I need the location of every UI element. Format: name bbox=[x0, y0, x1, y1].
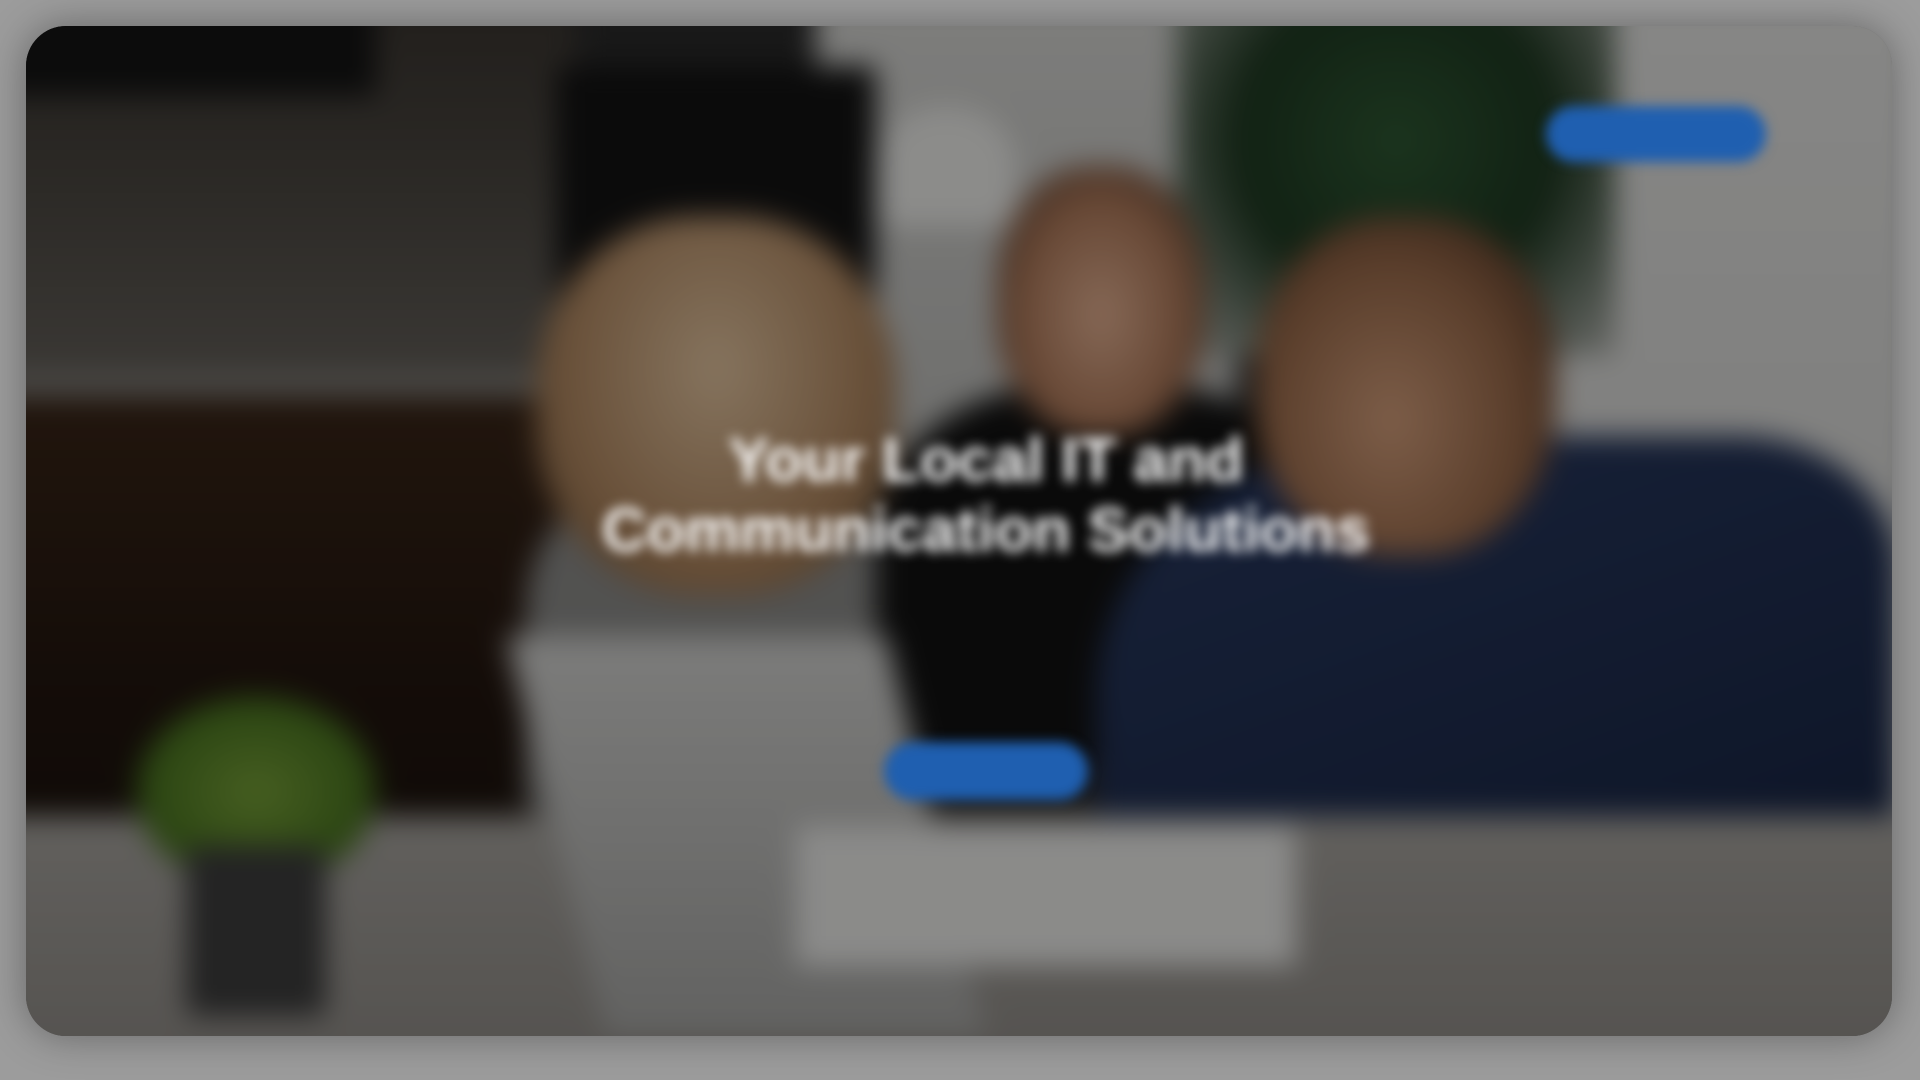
hero-section: Your Local IT and Communication Solution… bbox=[26, 26, 1892, 1036]
page: Your Local IT and Communication Solution… bbox=[0, 0, 1920, 1080]
hero-headline: Your Local IT and Communication Solution… bbox=[486, 426, 1486, 566]
hero-headline-line-1: Your Local IT and bbox=[728, 426, 1244, 495]
hero-cta-button[interactable] bbox=[884, 742, 1088, 800]
header-contact-button[interactable] bbox=[1546, 106, 1766, 162]
hero-headline-line-2: Communication Solutions bbox=[601, 496, 1371, 565]
